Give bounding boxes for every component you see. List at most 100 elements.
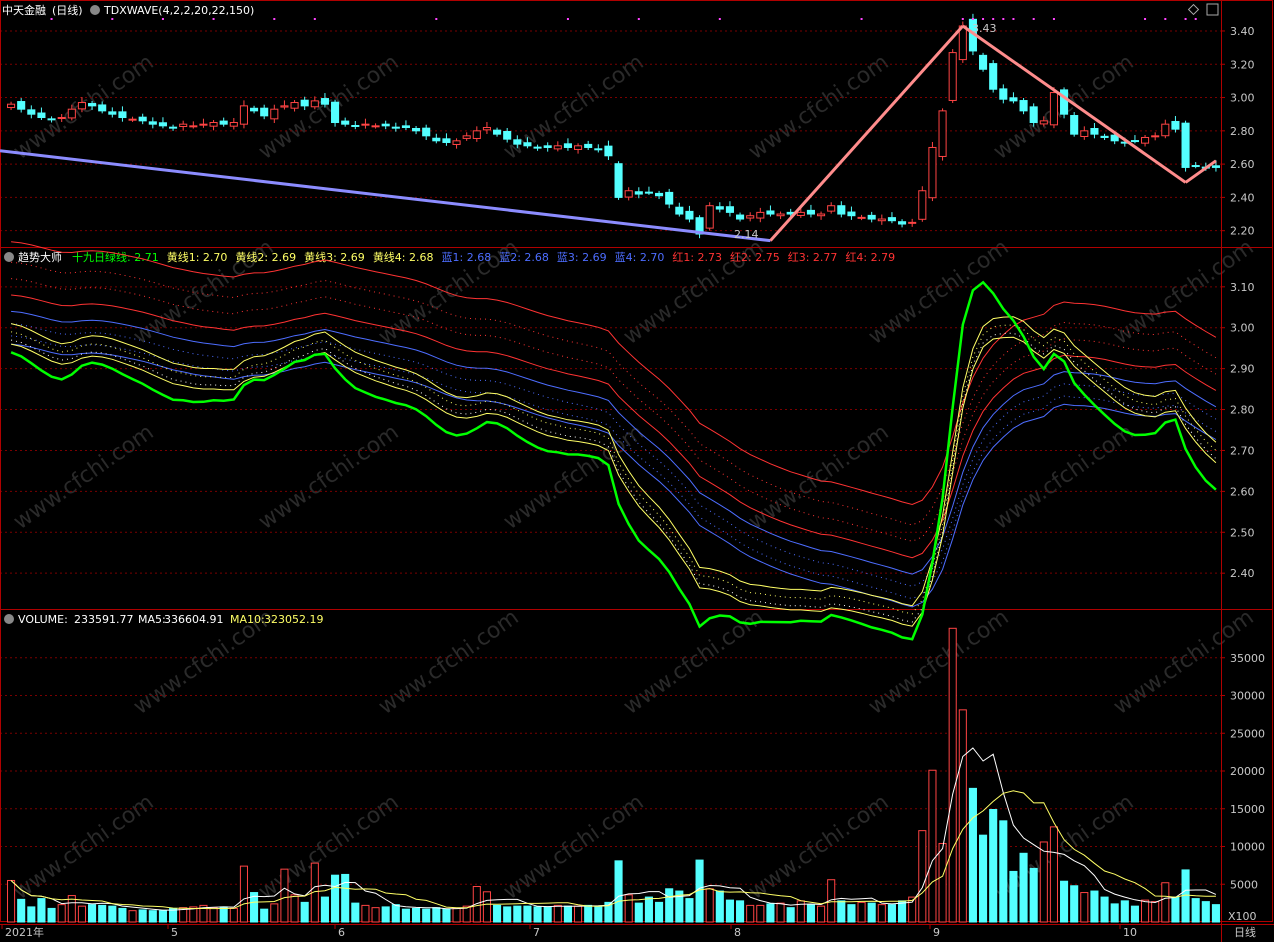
volume-bar: [776, 902, 785, 923]
trend-legend-item: 蓝2: 2.68: [499, 251, 549, 264]
candle-down: [138, 116, 147, 122]
volume-bar: [1161, 882, 1170, 923]
y-tick-label: 35000: [1230, 652, 1265, 665]
candle-down: [655, 192, 664, 197]
candle-down: [1029, 106, 1038, 124]
volume-bar: [938, 842, 947, 923]
candle-up: [472, 130, 481, 139]
volume-bar: [371, 907, 380, 923]
volume-bar: [715, 890, 724, 923]
volume-bar: [584, 904, 593, 923]
volume-bar: [422, 908, 431, 923]
candle-down: [604, 145, 613, 157]
volume-bar: [209, 907, 218, 923]
volume-bar: [857, 901, 866, 923]
volume-bar: [574, 905, 583, 923]
signal-dot: [1052, 18, 1055, 20]
y-tick-label: 2.50: [1230, 526, 1255, 539]
trend-toggle-icon[interactable]: [4, 252, 14, 262]
signal-dot: [982, 18, 985, 20]
watermark-text: www.cfchi.com: [254, 420, 403, 535]
candle-up: [270, 108, 279, 120]
watermark-text: www.cfchi.com: [9, 790, 158, 905]
candle-up: [756, 211, 765, 219]
candle-down: [1019, 100, 1028, 112]
watermark-text: www.cfchi.com: [374, 605, 523, 720]
candle-down: [1070, 115, 1079, 135]
volume-bar: [239, 865, 248, 923]
candle-down: [351, 125, 360, 128]
volume-bar: [725, 899, 734, 923]
candle-down: [513, 139, 522, 145]
watermark-text: www.cfchi.com: [499, 50, 648, 165]
candle-down: [442, 138, 451, 143]
candle-up: [1151, 135, 1160, 138]
candle-up: [67, 108, 76, 119]
volume-bar: [381, 906, 390, 923]
volume-bar: [837, 900, 846, 923]
candle-up: [827, 205, 836, 212]
watermark-text: www.cfchi.com: [254, 50, 403, 165]
watermark-layer: www.cfchi.com www.cfchi.com www.cfchi.com w…: [9, 50, 1258, 905]
signal-dot: [637, 18, 640, 20]
candle-up: [918, 190, 927, 220]
candle-up: [209, 122, 218, 127]
trend-header: 趋势大师 十九日绿线: 2.71 黄线1: 2.70 黄线2: 2.69 黄线3: 2…: [4, 250, 895, 264]
volume-bar: [948, 627, 957, 923]
watermark-text: www.cfchi.com: [864, 605, 1013, 720]
x-tick-label: 9: [933, 926, 940, 939]
y-tick-label: 15000: [1230, 803, 1265, 816]
volume-bar: [989, 809, 998, 923]
volume-bar: [452, 907, 461, 923]
period-tab[interactable]: 日线: [1234, 925, 1256, 939]
ma5-label: MA5:: [138, 613, 166, 626]
signal-dot: [971, 18, 974, 20]
trend-line: [11, 294, 1217, 559]
candle-down: [391, 126, 400, 129]
candle-down: [614, 163, 623, 198]
volume-bar: [736, 900, 745, 923]
candle-down: [898, 221, 907, 225]
volume-bar: [817, 905, 826, 923]
candle-down: [867, 214, 876, 220]
window-icon[interactable]: [1206, 3, 1219, 16]
candle-up: [199, 123, 208, 126]
candle-down: [563, 143, 572, 148]
volume-bar: [432, 907, 441, 923]
signal-dot: [1012, 18, 1015, 20]
volume-bar: [280, 868, 289, 923]
candle-down: [219, 120, 228, 125]
volume-toggle-icon[interactable]: [4, 614, 14, 624]
candle-down: [543, 145, 552, 148]
candle-down: [644, 191, 653, 194]
y-tick-label: 25000: [1230, 727, 1265, 740]
ma5-value: 336604.91: [164, 613, 224, 626]
candle-down: [493, 129, 502, 135]
y-tick-label: 20000: [1230, 765, 1265, 778]
indicator-toggle-icon[interactable]: [90, 5, 100, 15]
candle-up: [239, 105, 248, 125]
candle-down: [766, 210, 775, 215]
candle-down: [1130, 140, 1139, 143]
candle-down: [260, 107, 269, 117]
candle-up: [877, 218, 886, 222]
x-tick-label: 7: [533, 926, 540, 939]
volume-bar: [1019, 852, 1028, 923]
x-tick-label: 8: [734, 926, 741, 939]
candle-down: [503, 130, 512, 140]
low-annotation: 2.14: [734, 228, 759, 241]
volume-bar: [361, 904, 370, 923]
volume-bar: [1009, 870, 1018, 923]
candle-up: [746, 215, 755, 219]
volume-bar: [624, 894, 633, 923]
diamond-icon[interactable]: [1187, 3, 1200, 16]
candle-down: [381, 123, 390, 127]
candle-down: [523, 142, 532, 147]
signal-dot: [992, 18, 995, 20]
volume-bar: [7, 879, 16, 923]
y-tick-label: 30000: [1230, 690, 1265, 703]
candle-down: [665, 191, 674, 205]
candle-down: [47, 118, 56, 121]
panel-frame: [0, 0, 1273, 248]
candle-up: [7, 103, 16, 109]
